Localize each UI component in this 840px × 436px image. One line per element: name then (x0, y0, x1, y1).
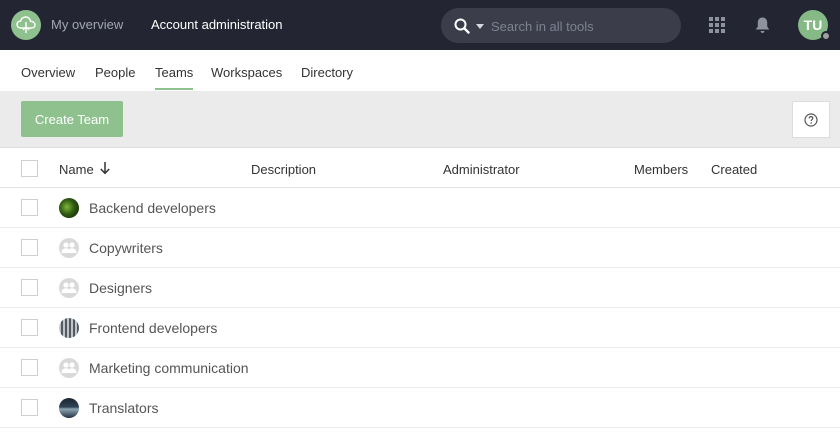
column-header-created[interactable]: Created (711, 162, 757, 177)
tab-directory[interactable]: Directory (301, 65, 353, 80)
column-header-description[interactable]: Description (251, 162, 316, 177)
team-name[interactable]: Backend developers (89, 200, 216, 216)
row-checkbox[interactable] (21, 279, 38, 296)
team-name[interactable]: Translators (89, 400, 159, 416)
sort-arrow-down-icon[interactable] (99, 161, 111, 175)
table-row[interactable]: Designers (0, 268, 840, 308)
row-checkbox[interactable] (21, 239, 38, 256)
table-row[interactable]: Frontend developers (0, 308, 840, 348)
help-icon (804, 113, 818, 127)
team-name[interactable]: Designers (89, 280, 152, 296)
column-header-name[interactable]: Name (59, 162, 94, 177)
tab-overview[interactable]: Overview (21, 65, 75, 80)
table-row[interactable]: Translators (0, 388, 840, 428)
team-avatar (59, 318, 79, 338)
row-checkbox[interactable] (21, 359, 38, 376)
select-all-checkbox[interactable] (21, 160, 38, 177)
table-header: Name Description Administrator Members C… (0, 148, 840, 188)
default-team-avatar-icon (59, 278, 79, 298)
cloud-logo-icon[interactable] (11, 10, 41, 40)
default-team-avatar-icon (59, 238, 79, 258)
table-row[interactable]: Copywriters (0, 228, 840, 268)
admin-tabs: Overview People Teams Workspaces Directo… (0, 50, 840, 91)
team-name[interactable]: Copywriters (89, 240, 163, 256)
nav-my-overview[interactable]: My overview (51, 17, 123, 33)
search-input[interactable] (491, 16, 671, 36)
team-name[interactable]: Marketing communication (89, 360, 249, 376)
tab-teams[interactable]: Teams (155, 65, 194, 90)
default-team-avatar-icon (59, 358, 79, 378)
toolbar: Create Team (0, 91, 840, 148)
column-header-administrator[interactable]: Administrator (443, 162, 520, 177)
row-checkbox[interactable] (21, 399, 38, 416)
help-button[interactable] (792, 101, 830, 138)
team-name[interactable]: Frontend developers (89, 320, 217, 336)
top-bar: My overview Account administration TU (0, 0, 840, 50)
apps-grid-icon[interactable] (709, 17, 726, 34)
table-row[interactable]: Marketing communication (0, 348, 840, 388)
team-avatar (59, 398, 79, 418)
presence-status-dot (821, 31, 831, 41)
column-header-members[interactable]: Members (634, 162, 688, 177)
bell-icon[interactable] (754, 16, 771, 34)
create-team-button[interactable]: Create Team (21, 101, 123, 137)
table-row[interactable]: Backend developers (0, 188, 840, 228)
search-box[interactable] (441, 8, 681, 43)
nav-account-administration[interactable]: Account administration (151, 17, 283, 33)
tab-workspaces[interactable]: Workspaces (211, 65, 282, 80)
team-avatar (59, 198, 79, 218)
tab-people[interactable]: People (95, 65, 135, 80)
row-checkbox[interactable] (21, 199, 38, 216)
search-icon[interactable] (454, 18, 470, 34)
row-checkbox[interactable] (21, 319, 38, 336)
search-scope-chevron-down-icon[interactable] (476, 24, 484, 29)
